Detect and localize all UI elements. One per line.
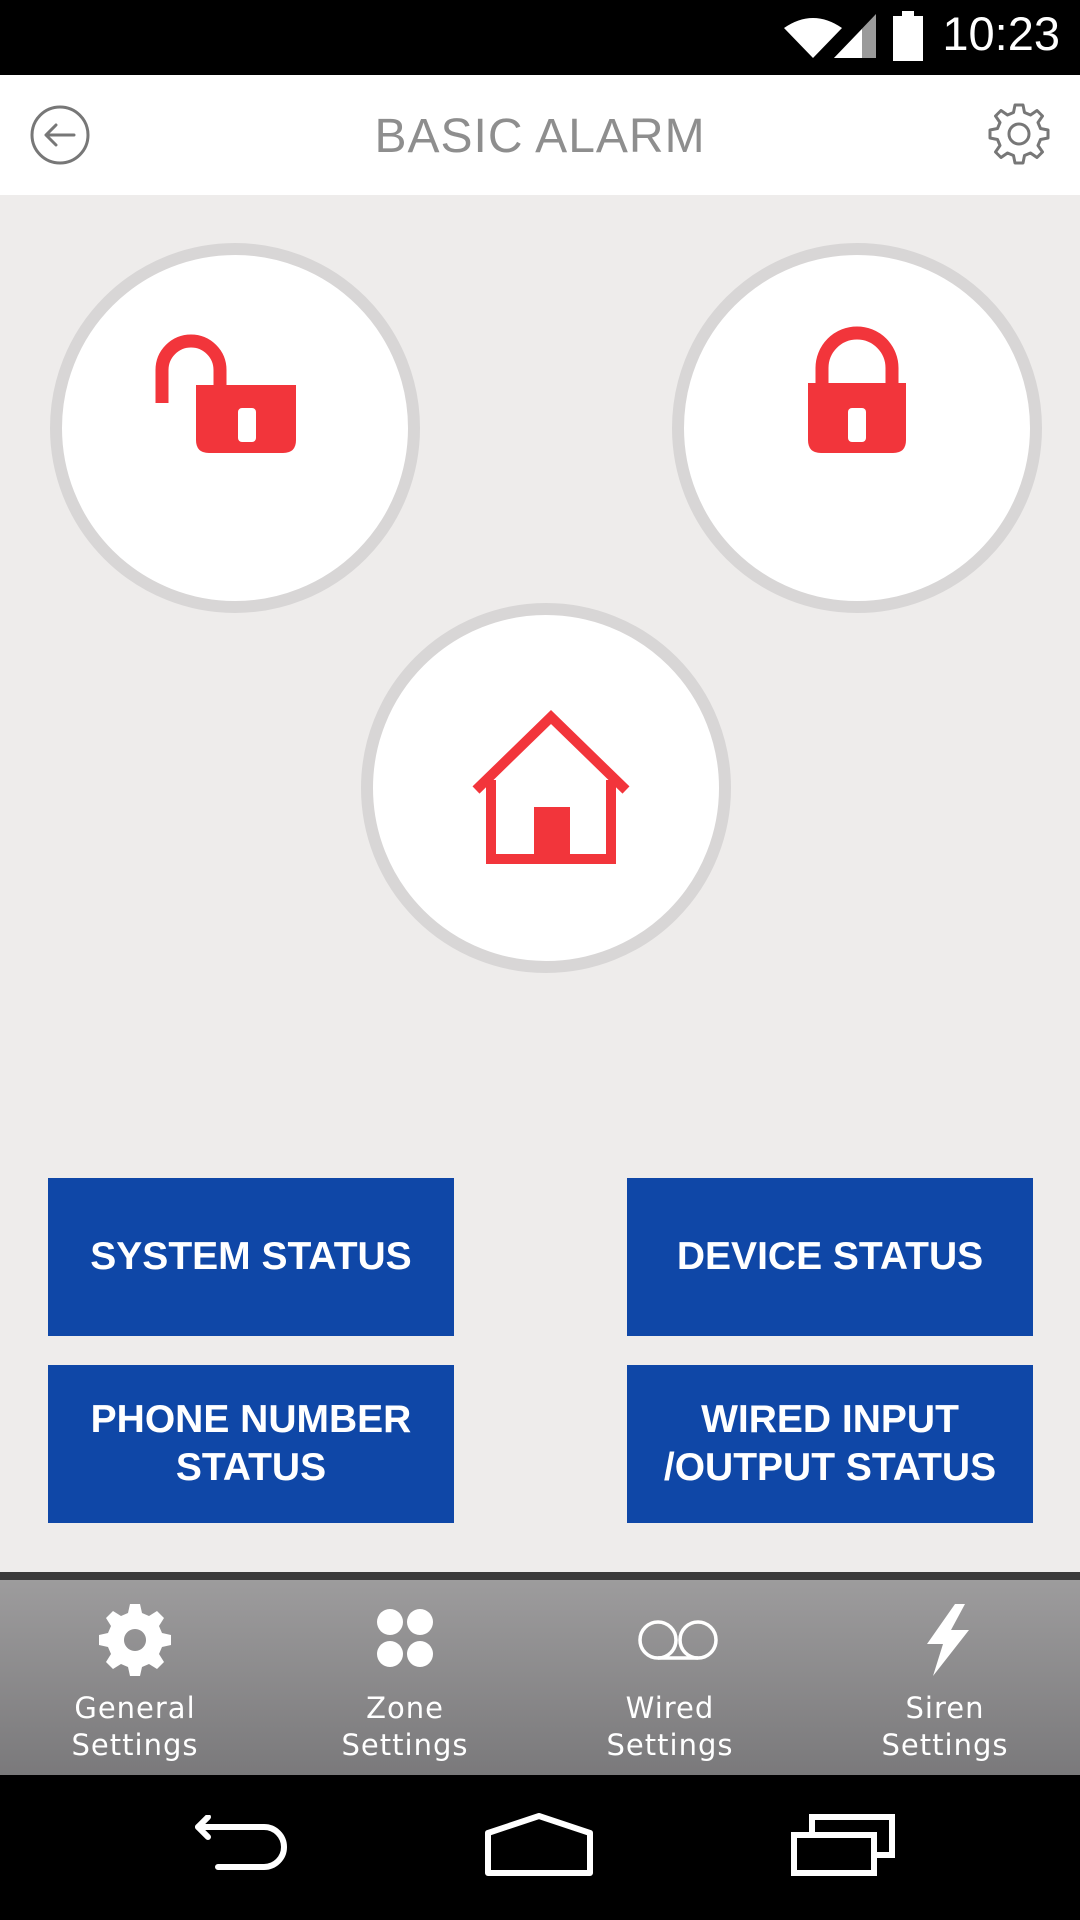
house-icon xyxy=(472,710,630,864)
nav-label: Zone Settings xyxy=(341,1691,469,1762)
nav-label: General Settings xyxy=(71,1691,199,1762)
nav-general-settings[interactable]: General Settings xyxy=(0,1580,270,1775)
bottom-nav: General Settings Zone Settings Wired Set… xyxy=(0,1580,1080,1775)
system-nav-bar xyxy=(0,1775,1080,1920)
wired-io-status-button[interactable]: WIRED INPUT /OUTPUT STATUS xyxy=(627,1365,1033,1523)
arm-button[interactable] xyxy=(672,243,1042,613)
nav-label: Wired Settings xyxy=(606,1691,734,1762)
status-time: 10:23 xyxy=(942,7,1060,60)
gear-icon xyxy=(988,103,1050,165)
page-title: BASIC ALARM xyxy=(374,110,706,163)
back-button[interactable] xyxy=(28,103,92,167)
double-circle-icon xyxy=(638,1620,718,1660)
phone-number-status-button[interactable]: PHONE NUMBER STATUS xyxy=(48,1365,454,1523)
battery-icon xyxy=(893,11,923,61)
gear-icon xyxy=(99,1604,171,1676)
main-area: SYSTEM STATUS DEVICE STATUS PHONE NUMBER… xyxy=(0,195,1080,1572)
bottom-divider xyxy=(0,1572,1080,1580)
system-recents-button[interactable] xyxy=(790,1813,896,1877)
four-dots-icon xyxy=(377,1609,433,1667)
status-bar: 10:23 xyxy=(0,0,1080,75)
disarm-button[interactable] xyxy=(50,243,420,613)
device-status-button[interactable]: DEVICE STATUS xyxy=(627,1178,1033,1336)
unlocked-padlock-icon xyxy=(155,334,296,453)
settings-button[interactable] xyxy=(986,101,1052,167)
home-icon xyxy=(485,1813,593,1876)
recents-icon xyxy=(791,1814,895,1876)
nav-zone-settings[interactable]: Zone Settings xyxy=(270,1580,540,1775)
back-arrow-icon xyxy=(30,105,90,165)
home-mode-button[interactable] xyxy=(361,603,731,973)
system-home-button[interactable] xyxy=(484,1813,594,1877)
system-status-button[interactable]: SYSTEM STATUS xyxy=(48,1178,454,1336)
nav-siren-settings[interactable]: Siren Settings xyxy=(810,1580,1080,1775)
app-header: BASIC ALARM xyxy=(0,75,1080,195)
locked-padlock-icon xyxy=(808,326,906,453)
nav-label: Siren Settings xyxy=(881,1691,1009,1762)
back-icon xyxy=(195,1815,287,1870)
nav-wired-settings[interactable]: Wired Settings xyxy=(535,1580,805,1775)
system-back-button[interactable] xyxy=(188,1815,292,1875)
signal-icon xyxy=(834,14,876,58)
lightning-icon xyxy=(927,1604,969,1676)
